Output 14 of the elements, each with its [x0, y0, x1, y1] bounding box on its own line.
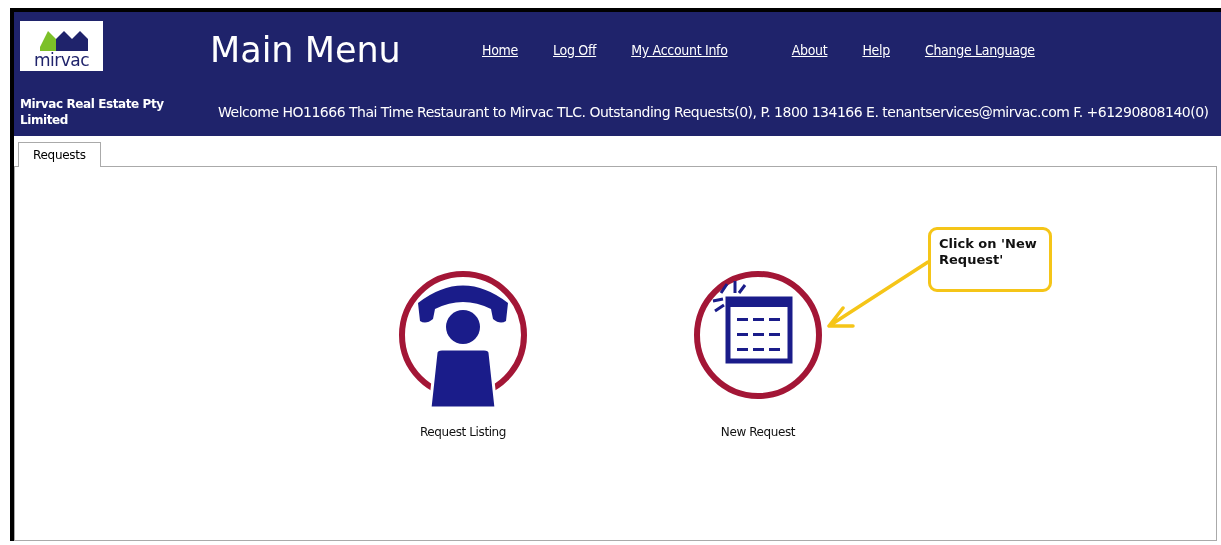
nav-link[interactable]: Log Off: [553, 42, 597, 58]
nav-link[interactable]: Help: [862, 42, 890, 58]
callout-note: Click on 'New Request': [928, 227, 1052, 292]
tile-label[interactable]: New Request: [720, 425, 796, 439]
welcome-message: Welcome HO11666 Thai Time Restaurant to Mirvac TLC. Outstanding Requests(0), P. 1800 134166 E. tenantservices@mirvac.com F. +61290808140(0): [218, 104, 1210, 120]
logo-text: mirvac: [33, 51, 90, 69]
nav-link[interactable]: My Account Info: [631, 42, 728, 58]
nav-link[interactable]: Change Language: [924, 42, 1035, 58]
nav-link[interactable]: Home: [482, 42, 518, 58]
nav-link[interactable]: About: [791, 42, 828, 58]
company-name: Mirvac Real Estate Pty Limited: [20, 96, 165, 128]
tile-label[interactable]: Request Listing: [419, 425, 507, 439]
page-title: Main Menu: [210, 30, 402, 70]
tab[interactable]: Requests: [18, 142, 101, 167]
